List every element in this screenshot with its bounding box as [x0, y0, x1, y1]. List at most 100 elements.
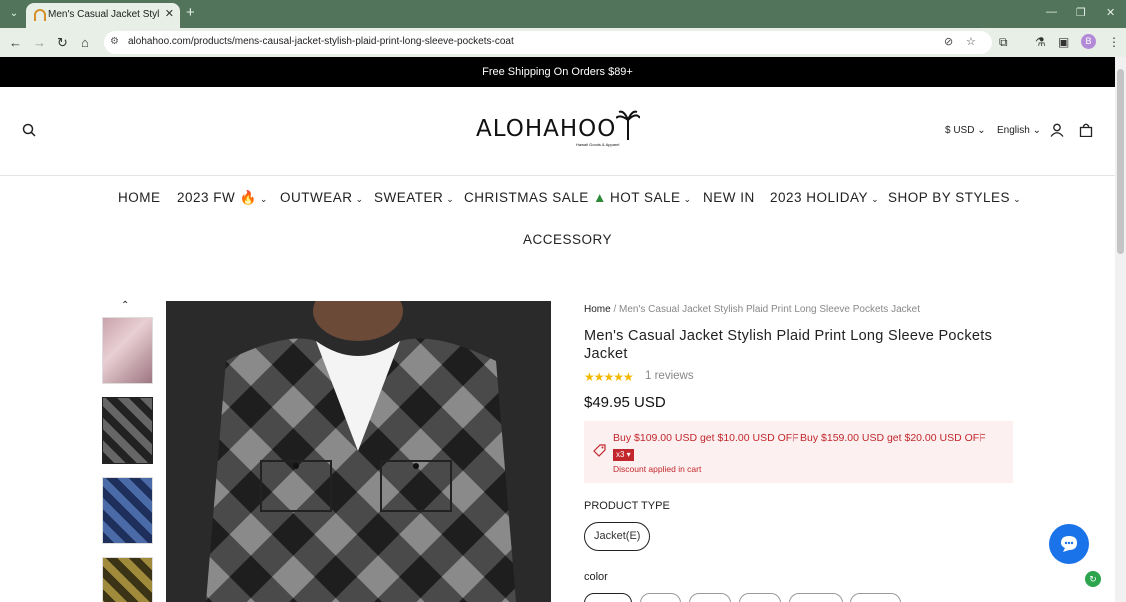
color-swatch[interactable]	[789, 593, 843, 602]
offer-count-badge[interactable]: x3 ▾	[613, 449, 634, 461]
price-tag-icon	[593, 444, 606, 457]
nav-sweater[interactable]: SWEATER ⌄	[374, 190, 454, 205]
site-header: ALOHAHOO Hawaii Goods & Apparel $ USD ⌄ …	[0, 87, 1115, 176]
eye-off-icon[interactable]: ⊘	[944, 35, 953, 48]
language-selector[interactable]: English ⌄	[997, 125, 1041, 136]
profile-avatar[interactable]: B	[1081, 34, 1096, 49]
product-price: $49.95 USD	[584, 394, 666, 411]
nav-hot-sale[interactable]: HOT SALE ⌄	[610, 190, 692, 205]
chevron-down-icon: ⌄	[683, 194, 692, 204]
discount-note: Discount applied in cart	[613, 464, 702, 474]
chevron-down-icon: ⌄	[977, 125, 986, 136]
announcement-bar: Free Shipping On Orders $89+	[0, 57, 1115, 87]
scrollbar-thumb[interactable]	[1117, 69, 1124, 254]
nav-new-in[interactable]: NEW IN	[703, 190, 755, 205]
breadcrumb-current: Men's Casual Jacket Stylish Plaid Print …	[619, 304, 920, 315]
thumbnail-yellow[interactable]	[102, 557, 153, 602]
color-label: color	[584, 571, 608, 583]
home-icon[interactable]: ⌂	[81, 35, 89, 50]
favicon-icon	[34, 9, 46, 21]
color-swatch[interactable]	[689, 593, 731, 602]
language-value: English	[997, 125, 1030, 136]
accessibility-icon[interactable]: ↻	[1085, 571, 1101, 587]
main-navigation: HOME 2023 FW 🔥 ⌄ OUTWEAR ⌄ SWEATER ⌄ CHRIST…	[0, 177, 1115, 277]
currency-selector[interactable]: $ USD ⌄	[945, 125, 986, 136]
discount-panel: Buy $109.00 USD get $10.00 USD OFF | Buy…	[584, 421, 1013, 483]
color-swatch[interactable]	[640, 593, 681, 602]
chevron-down-icon: ⌄	[259, 194, 268, 204]
nav-label: CHRISTMAS SALE	[464, 190, 589, 205]
nav-2023-holiday[interactable]: 2023 HOLIDAY ⌄	[770, 190, 879, 205]
nav-label: SWEATER	[374, 190, 444, 205]
jacket-photo	[166, 301, 551, 602]
more-menu-icon[interactable]: ⋮	[1108, 35, 1120, 49]
sidepanel-icon[interactable]: ▣	[1058, 35, 1069, 49]
page-scrollbar[interactable]	[1115, 57, 1126, 602]
chat-bubble-icon	[1061, 536, 1077, 552]
chevron-down-icon: ⌄	[446, 194, 455, 204]
nav-home[interactable]: HOME	[118, 190, 161, 205]
color-swatch[interactable]	[584, 593, 632, 602]
discount-offer-2: Buy $159.00 USD get $20.00 USD OFF	[800, 432, 986, 444]
palm-tree-icon	[616, 110, 640, 140]
browser-toolbar: ← → ↻ ⌂ ⚙ alohahoo.com/products/mens-cau…	[0, 28, 1126, 57]
browser-tab[interactable]: Men's Casual Jacket Stylish Plaid ✕	[26, 3, 180, 28]
breadcrumb: Home / Men's Casual Jacket Stylish Plaid…	[584, 304, 920, 315]
nav-accessory[interactable]: ACCESSORY	[523, 232, 612, 247]
nav-christmas-sale[interactable]: CHRISTMAS SALE ▲	[464, 190, 607, 205]
reload-icon[interactable]: ↻	[57, 35, 68, 51]
account-icon[interactable]	[1050, 123, 1064, 137]
address-bar[interactable]: ⚙ alohahoo.com/products/mens-causal-jack…	[104, 31, 992, 54]
tab-search-icon[interactable]: ⌄	[6, 6, 22, 22]
browser-tabbar: ⌄ Men's Casual Jacket Stylish Plaid ✕ + …	[0, 0, 1126, 28]
color-swatch[interactable]	[850, 593, 901, 602]
restore-icon[interactable]: ❐	[1076, 6, 1086, 19]
nav-shop-by-styles[interactable]: SHOP BY STYLES ⌄	[888, 190, 1021, 205]
url-text: alohahoo.com/products/mens-causal-jacket…	[128, 36, 514, 47]
product-title: Men's Casual Jacket Stylish Plaid Print …	[584, 328, 993, 362]
fire-icon: 🔥	[239, 190, 257, 205]
nav-2023-fw[interactable]: 2023 FW 🔥 ⌄	[177, 190, 268, 206]
minimize-icon[interactable]: —	[1046, 6, 1057, 18]
offer-divider: |	[979, 432, 982, 443]
nav-label: SHOP BY STYLES	[888, 190, 1011, 205]
window-close-icon[interactable]: ✕	[1106, 6, 1115, 19]
main-product-image[interactable]	[166, 301, 551, 602]
discount-offer-1: Buy $109.00 USD get $10.00 USD OFF	[613, 432, 799, 444]
tab-close-icon[interactable]: ✕	[165, 7, 174, 20]
product-type-option-jacket-e[interactable]: Jacket(E)	[584, 522, 651, 551]
nav-label: 2023 HOLIDAY	[770, 190, 869, 205]
extensions-icon[interactable]: ⧉	[999, 35, 1008, 50]
new-tab-icon[interactable]: +	[186, 4, 195, 21]
site-info-icon[interactable]: ⚙	[110, 36, 119, 47]
chevron-up-icon[interactable]: ⌃	[121, 300, 129, 311]
color-swatch[interactable]	[739, 593, 781, 602]
nav-label: 2023 FW	[177, 190, 236, 205]
logo-tagline: Hawaii Goods & Apparel	[576, 142, 620, 147]
breadcrumb-separator: /	[613, 304, 617, 315]
breadcrumb-home[interactable]: Home	[584, 304, 611, 315]
christmas-tree-icon: ▲	[593, 190, 607, 205]
search-icon[interactable]	[22, 123, 36, 137]
chevron-down-icon: ⌄	[871, 194, 880, 204]
nav-outwear[interactable]: OUTWEAR ⌄	[280, 190, 364, 205]
chevron-down-icon: ⌄	[355, 194, 364, 204]
web-page: Free Shipping On Orders $89+ ALOHAHOO Ha…	[0, 57, 1126, 602]
thumbnail-black[interactable]	[102, 397, 153, 464]
back-icon[interactable]: ←	[9, 35, 22, 50]
lab-icon[interactable]: ⚗	[1035, 35, 1046, 49]
site-logo[interactable]: ALOHAHOO Hawaii Goods & Apparel	[476, 110, 646, 152]
offer-divider: |	[792, 432, 795, 443]
bookmark-star-icon[interactable]: ☆	[966, 35, 976, 48]
rating-stars-icon[interactable]: ★★★★★	[584, 370, 634, 384]
review-count[interactable]: 1 reviews	[645, 370, 694, 382]
chat-button[interactable]	[1049, 524, 1089, 564]
nav-label: OUTWEAR	[280, 190, 353, 205]
thumbnail-pink[interactable]	[102, 317, 153, 384]
thumbnail-blue[interactable]	[102, 477, 153, 544]
cart-icon[interactable]	[1079, 123, 1093, 137]
product-type-label: PRODUCT TYPE	[584, 500, 670, 512]
chevron-down-icon: ⌄	[1032, 125, 1041, 136]
tab-title: Men's Casual Jacket Stylish Plaid	[48, 9, 160, 20]
forward-icon[interactable]: →	[33, 35, 46, 50]
